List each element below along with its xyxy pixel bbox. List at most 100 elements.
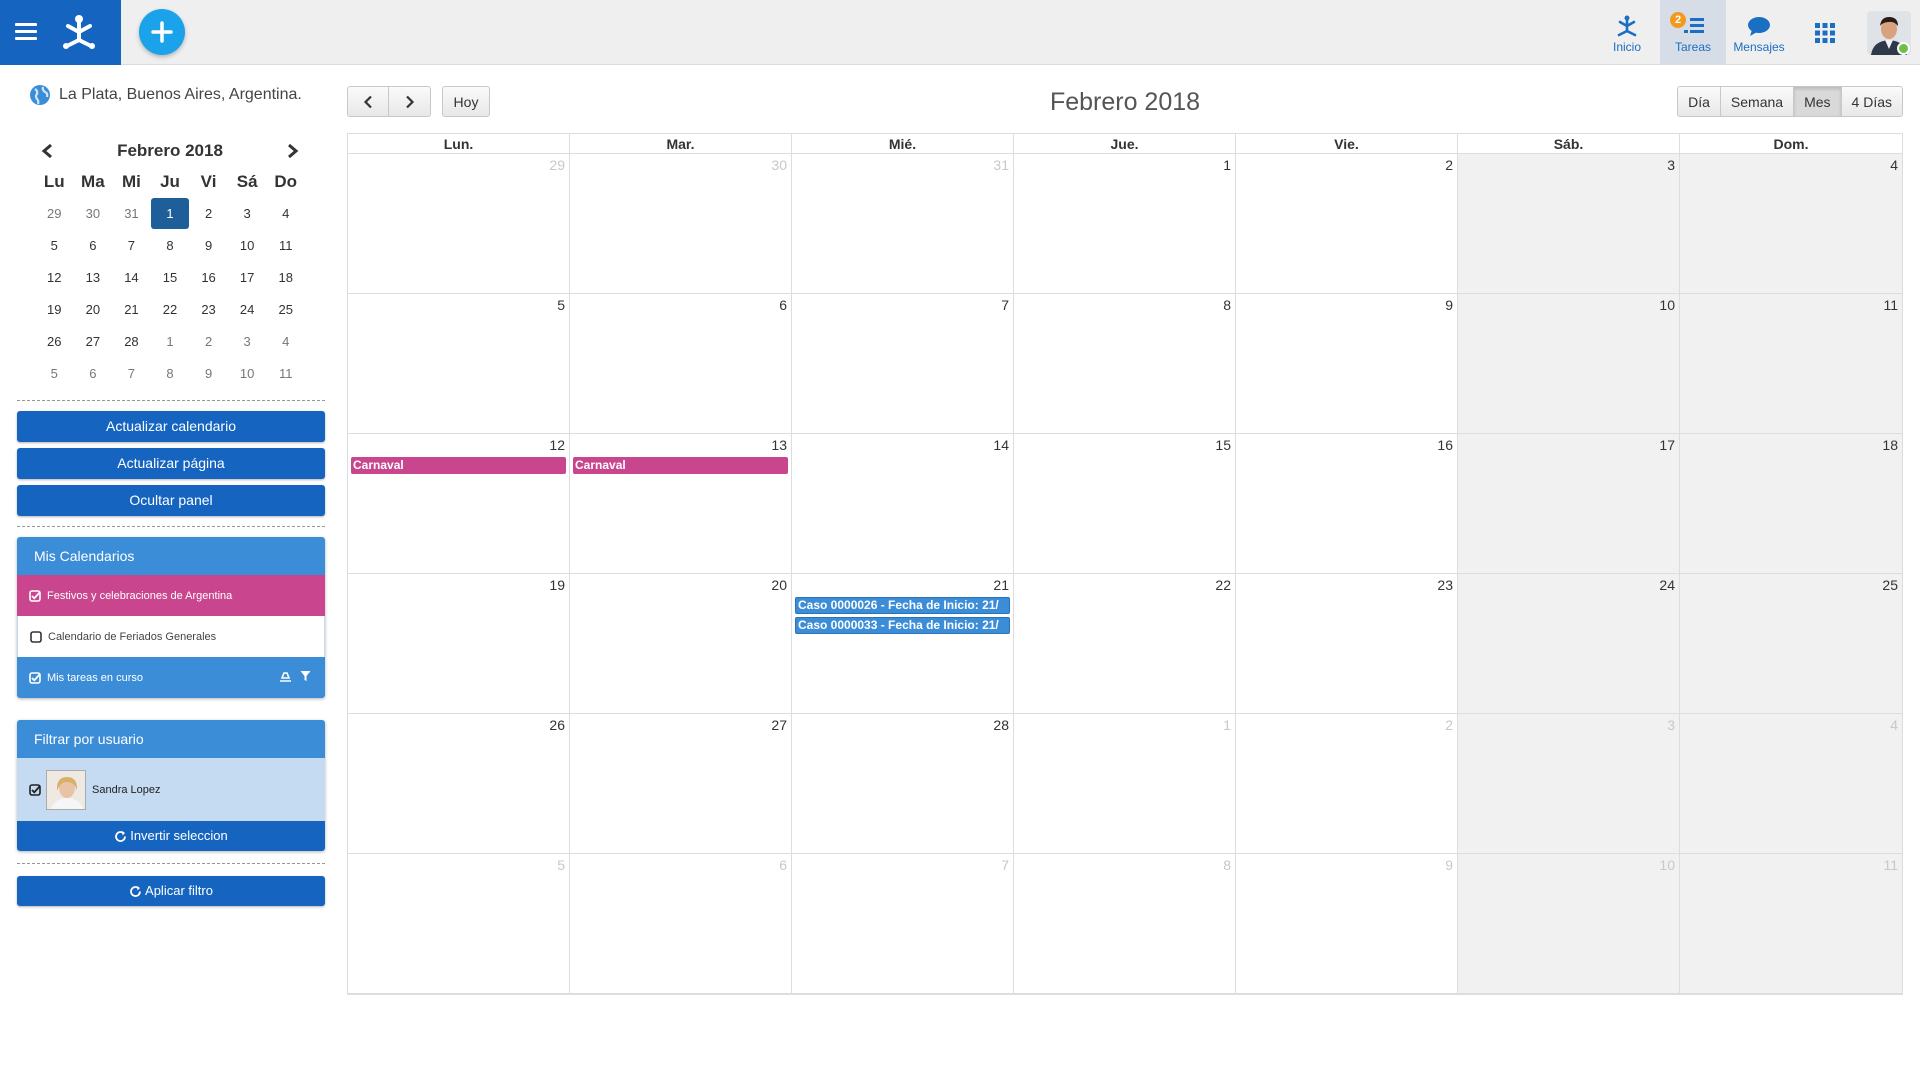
- mini-day[interactable]: 4: [266, 198, 305, 230]
- day-cell[interactable]: 15: [1014, 434, 1236, 574]
- day-cell[interactable]: 22: [1014, 574, 1236, 714]
- day-cell[interactable]: 10: [1458, 854, 1680, 994]
- day-cell[interactable]: 13 Carnaval: [570, 434, 792, 574]
- day-cell[interactable]: 3: [1458, 154, 1680, 294]
- mini-day[interactable]: 7: [112, 358, 151, 390]
- day-cell[interactable]: 18: [1680, 434, 1902, 574]
- mini-day[interactable]: 21: [112, 294, 151, 326]
- mini-day[interactable]: 9: [189, 358, 228, 390]
- mini-day[interactable]: 16: [189, 262, 228, 294]
- nav-mensajes[interactable]: Mensajes: [1726, 0, 1792, 65]
- checkbox-checked-icon[interactable]: [29, 589, 41, 602]
- mini-day[interactable]: 2: [189, 326, 228, 358]
- day-cell[interactable]: 26: [348, 714, 570, 854]
- calendar-event[interactable]: Caso 0000026 - Fecha de Inicio: 21/: [795, 597, 1010, 614]
- mini-day[interactable]: 18: [266, 262, 305, 294]
- day-cell[interactable]: 6: [570, 854, 792, 994]
- day-cell[interactable]: 12 Carnaval: [348, 434, 570, 574]
- mini-day[interactable]: 28: [112, 326, 151, 358]
- day-cell[interactable]: 21 Caso 0000026 - Fecha de Inicio: 21/Cas…: [792, 574, 1014, 714]
- day-cell[interactable]: 5: [348, 294, 570, 434]
- day-cell[interactable]: 8: [1014, 854, 1236, 994]
- view-button-4dias[interactable]: 4 Días: [1841, 86, 1903, 117]
- day-cell[interactable]: 11: [1680, 854, 1902, 994]
- today-button[interactable]: Hoy: [442, 86, 490, 117]
- day-cell[interactable]: 1: [1014, 154, 1236, 294]
- nav-inicio[interactable]: Inicio: [1594, 0, 1660, 65]
- mini-day[interactable]: 6: [74, 358, 113, 390]
- mini-day[interactable]: 9: [189, 230, 228, 262]
- day-cell[interactable]: 17: [1458, 434, 1680, 574]
- mini-day[interactable]: 3: [228, 198, 267, 230]
- mini-day[interactable]: 26: [35, 326, 74, 358]
- add-new-button[interactable]: [139, 9, 185, 55]
- mini-day[interactable]: 19: [35, 294, 74, 326]
- mini-day[interactable]: 20: [74, 294, 113, 326]
- checkbox-checked-icon[interactable]: [29, 671, 41, 684]
- day-cell[interactable]: 28: [792, 714, 1014, 854]
- mini-day[interactable]: 11: [266, 358, 305, 390]
- day-cell[interactable]: 7: [792, 854, 1014, 994]
- day-cell[interactable]: 5: [348, 854, 570, 994]
- menu-icon[interactable]: [15, 23, 37, 41]
- day-cell[interactable]: 30: [570, 154, 792, 294]
- mini-day[interactable]: 3: [228, 326, 267, 358]
- day-cell[interactable]: 23: [1236, 574, 1458, 714]
- day-cell[interactable]: 7: [792, 294, 1014, 434]
- refresh-calendar-button[interactable]: Actualizar calendario: [17, 411, 325, 442]
- day-cell[interactable]: 1: [1014, 714, 1236, 854]
- user-filter-row[interactable]: Sandra Lopez: [17, 758, 325, 821]
- day-cell[interactable]: 31: [792, 154, 1014, 294]
- day-cell[interactable]: 4: [1680, 714, 1902, 854]
- mini-day[interactable]: 22: [151, 294, 190, 326]
- user-avatar-button[interactable]: [1858, 0, 1920, 65]
- mini-day[interactable]: 10: [228, 358, 267, 390]
- filter-icon[interactable]: [300, 670, 311, 682]
- mini-day[interactable]: 15: [151, 262, 190, 294]
- day-cell[interactable]: 29: [348, 154, 570, 294]
- app-logo-icon[interactable]: [60, 14, 98, 50]
- calendar-event[interactable]: Carnaval: [351, 457, 566, 474]
- day-cell[interactable]: 2: [1236, 714, 1458, 854]
- mini-day[interactable]: 29: [35, 198, 74, 230]
- day-cell[interactable]: 11: [1680, 294, 1902, 434]
- user-tasks-icon[interactable]: [279, 670, 292, 682]
- day-cell[interactable]: 6: [570, 294, 792, 434]
- mini-day[interactable]: 2: [189, 198, 228, 230]
- mini-day[interactable]: 25: [266, 294, 305, 326]
- calendar-item-mis-tareas[interactable]: Mis tareas en curso: [17, 657, 325, 698]
- mini-day[interactable]: 6: [74, 230, 113, 262]
- mini-day[interactable]: 4: [266, 326, 305, 358]
- checkbox-checked-icon[interactable]: [29, 783, 41, 796]
- calendar-event[interactable]: Caso 0000033 - Fecha de Inicio: 21/: [795, 617, 1010, 634]
- mini-day[interactable]: 7: [112, 230, 151, 262]
- calendar-item-feriados[interactable]: Calendario de Feriados Generales: [17, 616, 325, 657]
- mini-day[interactable]: 8: [151, 358, 190, 390]
- mini-day[interactable]: 31: [112, 198, 151, 230]
- day-cell[interactable]: 20: [570, 574, 792, 714]
- mini-day[interactable]: 14: [112, 262, 151, 294]
- mini-calendar-next-button[interactable]: [281, 139, 305, 163]
- calendar-item-festivos[interactable]: Festivos y celebraciones de Argentina: [17, 575, 325, 616]
- nav-tareas[interactable]: 2 Tareas: [1660, 0, 1726, 65]
- mini-day[interactable]: 5: [35, 230, 74, 262]
- checkbox-empty-icon[interactable]: [30, 630, 42, 643]
- day-cell[interactable]: 27: [570, 714, 792, 854]
- mini-calendar-prev-button[interactable]: [35, 139, 59, 163]
- mini-day[interactable]: 10: [228, 230, 267, 262]
- day-cell[interactable]: 8: [1014, 294, 1236, 434]
- prev-month-button[interactable]: [347, 86, 389, 117]
- view-button-dia[interactable]: Día: [1677, 86, 1721, 117]
- refresh-page-button[interactable]: Actualizar página: [17, 448, 325, 479]
- day-cell[interactable]: 24: [1458, 574, 1680, 714]
- mini-day-selected[interactable]: 1: [150, 198, 190, 230]
- day-cell[interactable]: 14: [792, 434, 1014, 574]
- mini-day[interactable]: 11: [266, 230, 305, 262]
- apply-filter-button[interactable]: Aplicar filtro: [17, 876, 325, 906]
- mini-day[interactable]: 27: [74, 326, 113, 358]
- day-cell[interactable]: 3: [1458, 714, 1680, 854]
- day-cell[interactable]: 2: [1236, 154, 1458, 294]
- hide-panel-button[interactable]: Ocultar panel: [17, 485, 325, 516]
- view-button-semana[interactable]: Semana: [1720, 86, 1795, 117]
- mini-day[interactable]: 23: [189, 294, 228, 326]
